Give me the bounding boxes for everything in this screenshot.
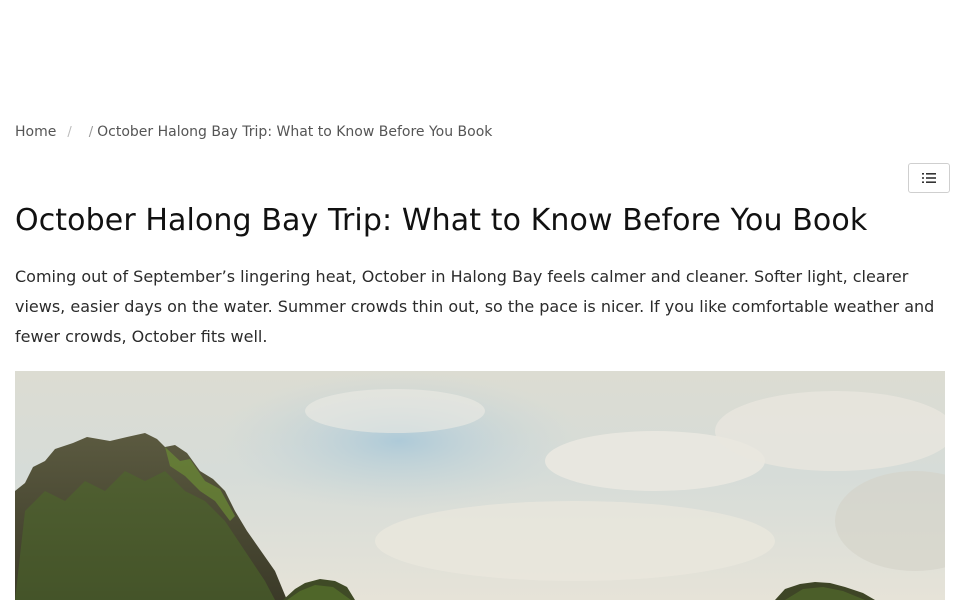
breadcrumb-separator: / <box>88 124 94 140</box>
breadcrumb: Home / / October Halong Bay Trip: What t… <box>15 124 492 140</box>
header-area <box>0 0 960 118</box>
page-title: October Halong Bay Trip: What to Know Be… <box>15 203 868 238</box>
article-intro: Coming out of September’s lingering heat… <box>15 267 935 346</box>
list-icon <box>922 173 936 183</box>
table-of-contents-button[interactable] <box>908 163 950 193</box>
hero-image <box>15 371 945 600</box>
breadcrumb-home-link[interactable]: Home <box>15 124 56 140</box>
breadcrumb-current: October Halong Bay Trip: What to Know Be… <box>97 124 493 140</box>
breadcrumb-separator: / <box>67 124 72 140</box>
